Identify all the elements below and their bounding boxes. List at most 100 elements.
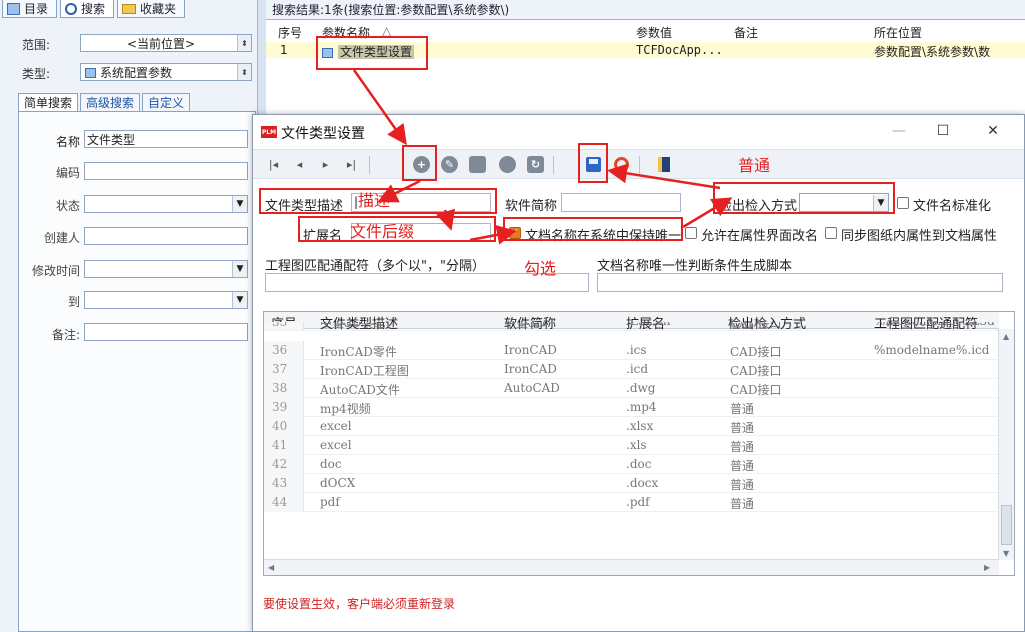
table-row[interactable]: 42 doc .doc 普通 [264,455,999,474]
search-button[interactable] [497,154,518,175]
col-param-value[interactable]: 参数值 [636,24,672,41]
cell-mode: 普通 [730,497,755,511]
sync-checkbox[interactable] [825,227,837,239]
cell-pat: %modelname%.icd [874,343,990,357]
highlight-result-row [316,36,428,70]
table-row[interactable]: 39 mp4视频 .mp4 普通 [264,398,999,417]
table-row[interactable]: 36 IronCAD零件 IronCAD .ics CAD接口 %modelname%.i… [264,341,999,360]
edit-icon: ✎ [441,156,458,173]
file-types-grid: 序号 文件类型描述 软件简称 扩展名 检出检入方式 工程图匹配通配符 35中望3… [263,311,1015,576]
exit-button[interactable] [653,154,674,175]
normalize-checkbox[interactable] [897,197,909,209]
edit-button[interactable]: ✎ [439,154,460,175]
cell-sw: IronCAD [504,362,557,376]
scroll-thumb[interactable] [1001,505,1012,545]
tab-directory[interactable]: 目录 [2,0,58,18]
scroll-right-icon[interactable]: ▶ [984,563,990,572]
normalize-label: 文件名标准化 [913,199,992,214]
tab-advanced-search[interactable]: 高级搜索 [80,93,141,112]
row-index: 43 [264,474,304,493]
cell-mode: CAD接口 [730,345,782,359]
cell-mode: 普通 [730,421,755,435]
left-panel: 目录 搜索 收藏夹 范围: <当前位置> ⬍ 类型: 系统配置参数 ⬍ 简单搜索… [0,0,258,632]
cell-desc: 中望3D装配 [320,322,386,330]
cell-pat: %modelname%.Z3dr [874,322,994,328]
code-input[interactable] [84,162,248,180]
cell-mode: CAD接口 [730,322,782,330]
unique-script-label: 文档名称唯一性判断条件生成脚本 [597,259,793,274]
rename-label: 允许在属性界面改名 [701,229,819,244]
comment-button[interactable] [467,154,488,175]
tab-simple-search[interactable]: 简单搜索 [18,93,79,112]
dialog-titlebar: PLM 文件类型设置 — ☐ ✕ [253,115,1024,149]
table-row[interactable]: 40 excel .xlsx 普通 [264,417,999,436]
type-label: 类型: [22,67,51,81]
maximize-icon[interactable]: ☐ [933,123,953,139]
name-label: 名称 [55,135,80,149]
prev-record-button[interactable]: ◂ [289,154,310,175]
table-row[interactable]: 35 中望3D装配 中望3D .Z3asm CAD接口 %modelname%.Z3dr [264,322,999,331]
row-index: 39 [264,398,304,417]
creator-input[interactable] [84,227,248,245]
scope-select[interactable]: <当前位置> ⬍ [80,34,252,52]
scroll-up-icon[interactable]: ▲ [1003,332,1009,341]
table-row[interactable]: 38 AutoCAD文件 AutoCAD .dwg CAD接口 [264,379,999,398]
refresh-icon: ↻ [527,156,544,173]
tab-search[interactable]: 搜索 [60,0,115,18]
row-index: 42 [264,455,304,474]
tab-favorites[interactable]: 收藏夹 [117,0,186,18]
unique-script-input[interactable] [597,273,1003,292]
software-input[interactable] [561,193,681,212]
remark-input[interactable] [84,323,248,341]
cell-desc: pdf [320,495,340,509]
tab-custom-search[interactable]: 自定义 [142,93,191,112]
annotation-ext: 文件后缀 [350,222,415,241]
chevron-down-icon[interactable]: ▼ [232,292,247,308]
cell-mode: 普通 [730,440,755,454]
spinner-icon[interactable]: ⬍ [237,35,251,51]
cell-sw: 中望3D [504,322,546,330]
cell-ext: .mp4 [626,400,657,414]
cell-desc: doc [320,457,342,471]
status-select[interactable]: ▼ [84,195,248,213]
row-index: 40 [264,417,304,436]
cancel-button[interactable] [611,154,632,175]
cell-desc: dOCX [320,476,356,490]
table-row[interactable]: 43 dOCX .docx 普通 [264,474,999,493]
first-record-button[interactable]: |◂ [263,154,284,175]
cell-desc: mp4视频 [320,402,371,416]
vertical-scrollbar[interactable]: ▲ ▼ [998,329,1014,560]
col-remark[interactable]: 备注 [734,24,758,41]
modtime-from-select[interactable]: ▼ [84,260,248,278]
dialog-toolbar: |◂ ◂ ▸ ▸| + ✎ ↻ [253,149,1024,179]
chevron-down-icon[interactable]: ▼ [232,196,247,212]
scroll-down-icon[interactable]: ▼ [1003,549,1009,558]
next-record-button[interactable]: ▸ [315,154,336,175]
col-location[interactable]: 所在位置 [874,24,922,41]
row-index: 38 [264,379,304,398]
table-row[interactable]: 41 excel .xls 普通 [264,436,999,455]
highlight-checkin-field [713,182,895,214]
annotation-desc: 描述 [358,191,391,210]
table-row[interactable]: 37 IronCAD工程图 IronCAD .icd CAD接口 [264,360,999,379]
horizontal-scrollbar[interactable]: ◀ ▶ [264,559,999,575]
type-select[interactable]: 系统配置参数 ⬍ [80,63,252,81]
minimize-icon[interactable]: — [889,123,909,139]
search-mode-tabs: 简单搜索 高级搜索 自定义 [18,93,191,112]
chevron-down-icon[interactable]: ▼ [232,261,247,277]
col-index[interactable]: 序号 [278,24,302,41]
name-input[interactable]: 文件类型 [84,130,248,148]
dialog-title: 文件类型设置 [281,126,365,142]
scroll-left-icon[interactable]: ◀ [268,563,274,572]
drawing-match-label: 工程图匹配通配符（多个以"，"分隔） [265,259,485,274]
spinner-icon[interactable]: ⬍ [237,64,251,80]
cell-ext: .ics [626,343,647,357]
rename-checkbox[interactable] [685,227,697,239]
last-record-button[interactable]: ▸| [341,154,362,175]
row-index: 37 [264,360,304,379]
table-row[interactable]: 44 pdf .pdf 普通 [264,493,999,512]
cell-ext: .pdf [626,495,650,509]
close-icon[interactable]: ✕ [983,123,1003,139]
modtime-to-select[interactable]: ▼ [84,291,248,309]
refresh-button[interactable]: ↻ [525,154,546,175]
